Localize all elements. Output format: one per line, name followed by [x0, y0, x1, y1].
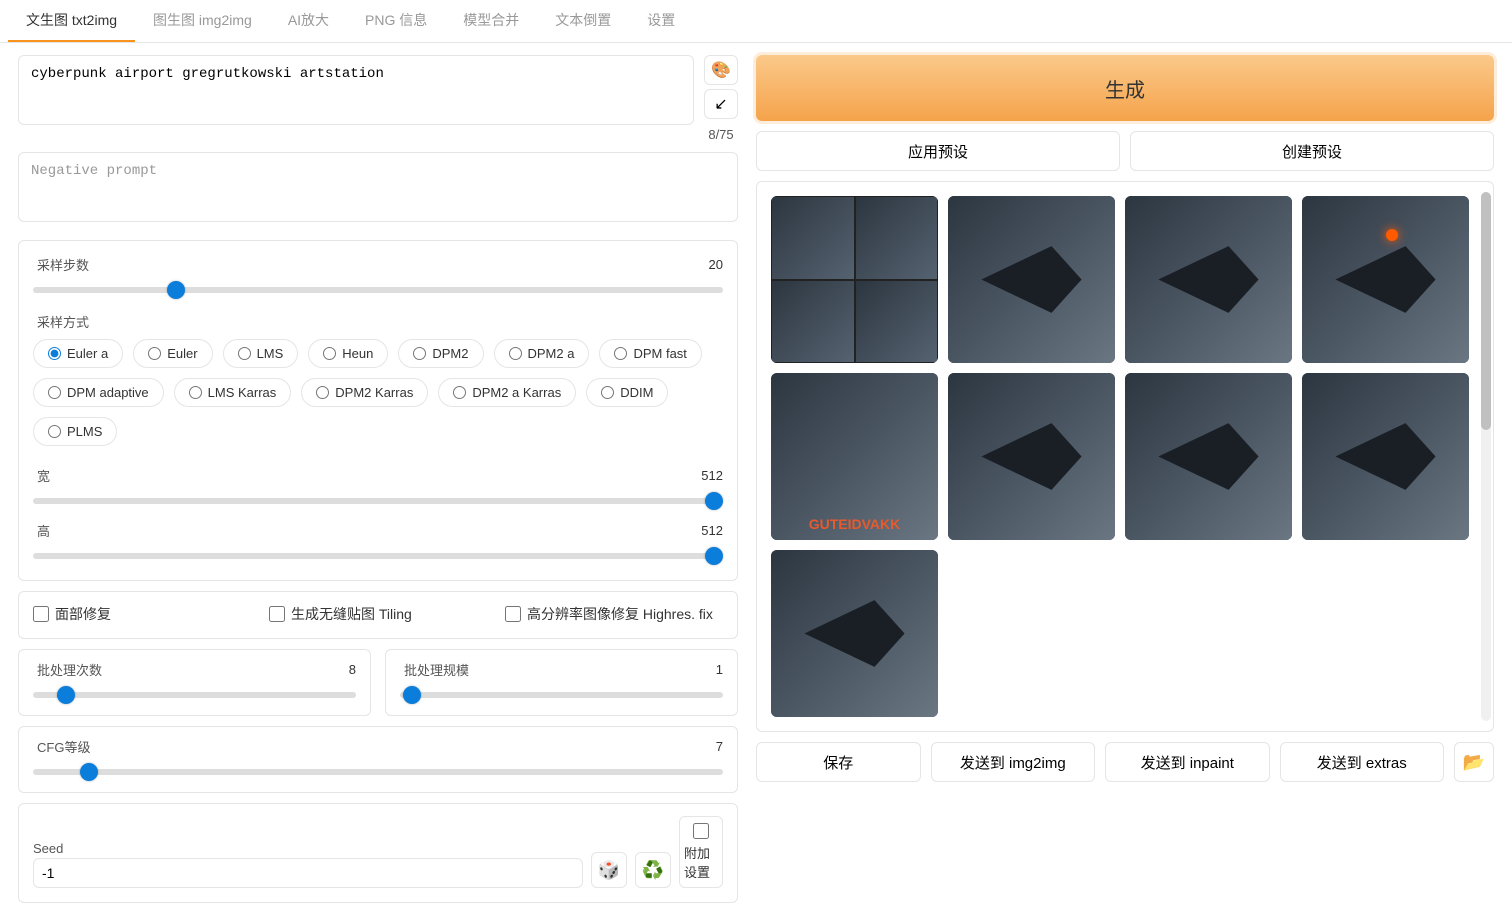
cfg-value: 7 — [716, 739, 723, 762]
seed-input[interactable] — [33, 858, 583, 888]
gallery-thumb[interactable] — [1125, 373, 1292, 540]
sampling-steps-value: 20 — [709, 257, 723, 280]
cfg-slider[interactable] — [33, 769, 723, 775]
height-slider[interactable] — [33, 553, 723, 559]
radio-lms[interactable]: LMS — [223, 339, 299, 368]
radio-dpm2karras[interactable]: DPM2 Karras — [301, 378, 428, 407]
width-value: 512 — [701, 468, 723, 491]
tab-pnginfo[interactable]: PNG 信息 — [347, 0, 445, 42]
radio-lmskarras[interactable]: LMS Karras — [174, 378, 292, 407]
extra-settings-toggle[interactable]: 附加设置 — [679, 816, 723, 888]
radio-dpmadaptive[interactable]: DPM adaptive — [33, 378, 164, 407]
gallery-scrollbar[interactable] — [1481, 192, 1491, 721]
send-inpaint-button[interactable]: 发送到 inpaint — [1105, 742, 1270, 782]
token-count: 8/75 — [708, 127, 733, 142]
folder-button[interactable]: 📂 — [1454, 742, 1494, 782]
gallery-thumb[interactable]: GUTEIDVAKK — [771, 373, 938, 540]
radio-ddim[interactable]: DDIM — [586, 378, 668, 407]
radio-dpm2[interactable]: DPM2 — [398, 339, 483, 368]
create-preset-button[interactable]: 创建预设 — [1130, 131, 1494, 171]
check-highres[interactable]: 高分辨率图像修复 Highres. fix — [505, 604, 723, 624]
radio-dpm2akarras[interactable]: DPM2 a Karras — [438, 378, 576, 407]
radio-dpmfast[interactable]: DPM fast — [599, 339, 701, 368]
radio-plms[interactable]: PLMS — [33, 417, 117, 446]
dice-button[interactable]: 🎲 — [591, 852, 627, 888]
recycle-button[interactable]: ♻️ — [635, 852, 671, 888]
send-img2img-button[interactable]: 发送到 img2img — [931, 742, 1096, 782]
gallery-thumb[interactable] — [771, 196, 938, 363]
sampling-steps-label: 采样步数 — [33, 255, 93, 274]
prompt-input[interactable] — [18, 55, 694, 125]
radio-euler-a[interactable]: Euler a — [33, 339, 123, 368]
send-extras-button[interactable]: 发送到 extras — [1280, 742, 1445, 782]
negative-prompt-input[interactable] — [18, 152, 738, 222]
sampling-method-label: 采样方式 — [33, 315, 93, 330]
sampling-method-radios: Euler a Euler LMS Heun DPM2 DPM2 a DPM f… — [33, 339, 723, 446]
check-tiling[interactable]: 生成无缝贴图 Tiling — [269, 604, 487, 624]
height-label: 高 — [33, 521, 54, 540]
tab-img2img[interactable]: 图生图 img2img — [135, 0, 270, 42]
tab-settings[interactable]: 设置 — [629, 0, 693, 42]
tab-upscale[interactable]: AI放大 — [270, 0, 347, 42]
batch-size-label: 批处理规模 — [400, 660, 473, 679]
gallery: GUTEIDVAKK — [756, 181, 1494, 732]
generate-button[interactable]: 生成 — [756, 55, 1494, 121]
apply-preset-button[interactable]: 应用预设 — [756, 131, 1120, 171]
sampling-steps-slider[interactable] — [33, 287, 723, 293]
gallery-thumb[interactable] — [1302, 373, 1469, 540]
gallery-thumb[interactable] — [948, 373, 1115, 540]
palette-button[interactable]: 🎨 — [704, 55, 738, 85]
tab-txt2img[interactable]: 文生图 txt2img — [8, 0, 135, 42]
arrow-button[interactable]: ↙ — [704, 89, 738, 119]
radio-dpm2a[interactable]: DPM2 a — [494, 339, 590, 368]
cfg-label: CFG等级 — [33, 737, 94, 756]
radio-heun[interactable]: Heun — [308, 339, 388, 368]
tabs: 文生图 txt2img 图生图 img2img AI放大 PNG 信息 模型合并… — [0, 0, 1512, 43]
width-label: 宽 — [33, 466, 54, 485]
width-slider[interactable] — [33, 498, 723, 504]
tab-textual-inversion[interactable]: 文本倒置 — [537, 0, 629, 42]
height-value: 512 — [701, 523, 723, 546]
save-button[interactable]: 保存 — [756, 742, 921, 782]
batch-size-value: 1 — [716, 662, 723, 685]
radio-euler[interactable]: Euler — [133, 339, 212, 368]
gallery-thumb[interactable] — [771, 550, 938, 717]
batch-size-slider[interactable] — [400, 692, 723, 698]
batch-count-value: 8 — [349, 662, 356, 685]
gallery-thumb[interactable] — [1125, 196, 1292, 363]
batch-count-label: 批处理次数 — [33, 660, 106, 679]
batch-count-slider[interactable] — [33, 692, 356, 698]
gallery-thumb[interactable] — [948, 196, 1115, 363]
check-face-restore[interactable]: 面部修复 — [33, 604, 251, 624]
tab-merge[interactable]: 模型合并 — [445, 0, 537, 42]
gallery-thumb[interactable] — [1302, 196, 1469, 363]
